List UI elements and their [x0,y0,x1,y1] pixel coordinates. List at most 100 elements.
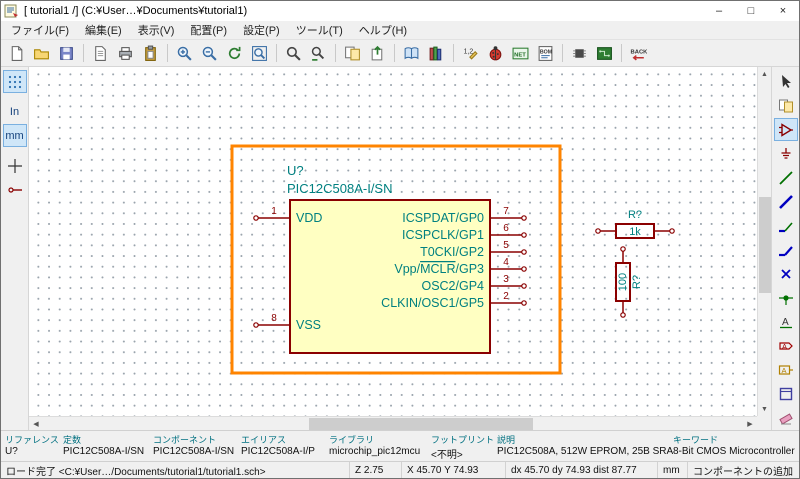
resistor-horizontal[interactable]: R? 1k [595,209,675,239]
show-hidden-pins-button[interactable] [3,178,27,201]
vertical-scroll-thumb[interactable] [758,196,771,293]
find-replace-button[interactable] [307,42,330,65]
library-browser-button[interactable] [425,42,448,65]
menu-place[interactable]: 配置(P) [182,20,235,40]
menu-view[interactable]: 表示(V) [130,20,183,40]
library-browser-icon [429,46,442,60]
place-component-button[interactable] [773,118,798,141]
cursor-tool-button[interactable] [774,70,798,93]
erc-button[interactable] [484,42,507,65]
menu-edit[interactable]: 編集(E) [77,20,130,40]
bom-button[interactable]: BOM [534,42,557,65]
find-replace-icon [311,46,325,61]
vertical-scroll-track[interactable] [758,81,772,402]
bus-to-bus-entry-button[interactable] [774,238,798,261]
info-value: PIC12C508A-I/SN [153,446,235,457]
pin-name: OSC2/GP4 [421,279,484,293]
inch-units-icon: In [9,105,20,118]
place-wire-button[interactable] [774,166,798,189]
svg-text:BOM: BOM [540,49,553,55]
sheet-settings-button[interactable] [89,42,112,65]
paste-button[interactable] [139,42,162,65]
info-value: U? [5,446,18,457]
delete-item-button[interactable] [774,406,798,429]
svg-text:NET: NET [514,52,526,58]
wire-to-bus-entry-button[interactable] [774,214,798,237]
horizontal-scroll-thumb[interactable] [309,417,533,430]
net-label-icon: A [779,317,792,328]
pin-end [521,266,527,272]
units-inch-button[interactable]: In [3,100,27,123]
component-info-panel: リファレンス U? 定数 PIC12C508A-I/SN コンポーネント PIC… [1,430,799,461]
place-bus-button[interactable] [774,190,798,213]
save-schematic-button[interactable] [55,42,78,65]
navigate-hierarchy-button[interactable] [341,42,364,65]
library-editor-button[interactable] [400,42,423,65]
resistor-reference[interactable]: R? [631,275,643,289]
pin-name: ICSPDAT/GP0 [402,211,484,225]
svg-text:BACK: BACK [631,49,647,55]
menu-file[interactable]: ファイル(F) [3,20,77,40]
grid-toggle-button[interactable] [2,70,27,93]
assign-footprints-button[interactable] [568,42,591,65]
maximize-button[interactable]: □ [735,1,767,21]
netlist-button[interactable]: NET [509,42,532,65]
info-value: PIC12C508A-I/P [241,446,315,457]
back-import-button[interactable]: BACK [627,42,650,65]
pin-end [620,246,626,252]
cursor-shape-button[interactable] [3,154,27,177]
resistor-vertical[interactable]: 100 R? [615,246,643,318]
zoom-in-button[interactable] [173,42,196,65]
eeschema-window: [ tutorial1 /] (C:¥User…¥Documents¥tutor… [0,0,800,479]
scroll-down-arrow[interactable]: ▼ [758,402,772,416]
place-hierarchical-label-button[interactable]: A [774,358,798,381]
annotate-button[interactable]: 1,2 [459,42,482,65]
zoom-redraw-button[interactable] [223,42,246,65]
zoom-out-button[interactable] [198,42,221,65]
clipboard-paste-icon [145,45,156,61]
vertical-scrollbar[interactable]: ▲ ▼ [757,67,771,416]
place-global-label-button[interactable]: A [774,334,798,357]
resistor-reference[interactable]: R? [628,209,642,221]
open-schematic-button[interactable] [30,42,53,65]
title-bar[interactable]: [ tutorial1 /] (C:¥User…¥Documents¥tutor… [1,1,799,21]
info-value: PIC12C508A-I/SN [63,446,145,457]
horizontal-scrollbar[interactable]: ◀ ▶ [29,416,757,430]
menu-preferences[interactable]: 設定(P) [235,20,288,40]
hierarchy-navigation-button[interactable] [774,94,798,117]
toolbar-separator [276,44,277,62]
run-pcbnew-button[interactable] [593,42,616,65]
print-button[interactable] [114,42,137,65]
status-mode: コンポーネントの追加 [687,462,799,478]
pin-end [669,228,675,234]
minimize-button[interactable]: – [703,1,735,21]
resistor-value[interactable]: 100 [617,273,629,291]
new-sheet-icon [11,45,23,61]
scroll-left-arrow[interactable]: ◀ [29,417,43,431]
close-button[interactable]: × [767,1,799,21]
ic-reference[interactable]: U? [287,163,304,178]
menu-help[interactable]: ヘルプ(H) [351,20,415,40]
menu-tools[interactable]: ツール(T) [288,20,351,40]
resistor-value[interactable]: 1k [629,226,641,238]
place-hierarchical-sheet-button[interactable] [774,382,798,405]
schematic-canvas[interactable]: U? PIC12C508A-I/SN 1 VDD 8 VSS 7 ICSPDAT… [29,67,757,416]
ic-value[interactable]: PIC12C508A-I/SN [287,181,393,196]
scroll-right-arrow[interactable]: ▶ [743,417,757,431]
pin-end [253,322,259,328]
ic-component[interactable]: U? PIC12C508A-I/SN 1 VDD 8 VSS 7 ICSPDAT… [253,163,527,354]
units-mm-button[interactable]: mm [2,124,27,147]
info-label: 説明 [497,435,516,445]
leave-sheet-button[interactable] [366,42,389,65]
left-toolbar: In mm [1,67,29,430]
find-button[interactable] [282,42,305,65]
place-power-port-button[interactable] [774,142,798,165]
new-schematic-button[interactable] [5,42,28,65]
place-no-connect-button[interactable] [774,262,798,285]
place-net-label-button[interactable]: A [774,310,798,333]
scroll-up-arrow[interactable]: ▲ [758,67,772,81]
zoom-fit-button[interactable] [248,42,271,65]
place-junction-button[interactable] [774,286,798,309]
info-col-description: 説明 PIC12C508A, 512W EPROM, 25B SRAM, SO8 [497,433,673,460]
horizontal-scroll-track[interactable] [43,417,743,431]
